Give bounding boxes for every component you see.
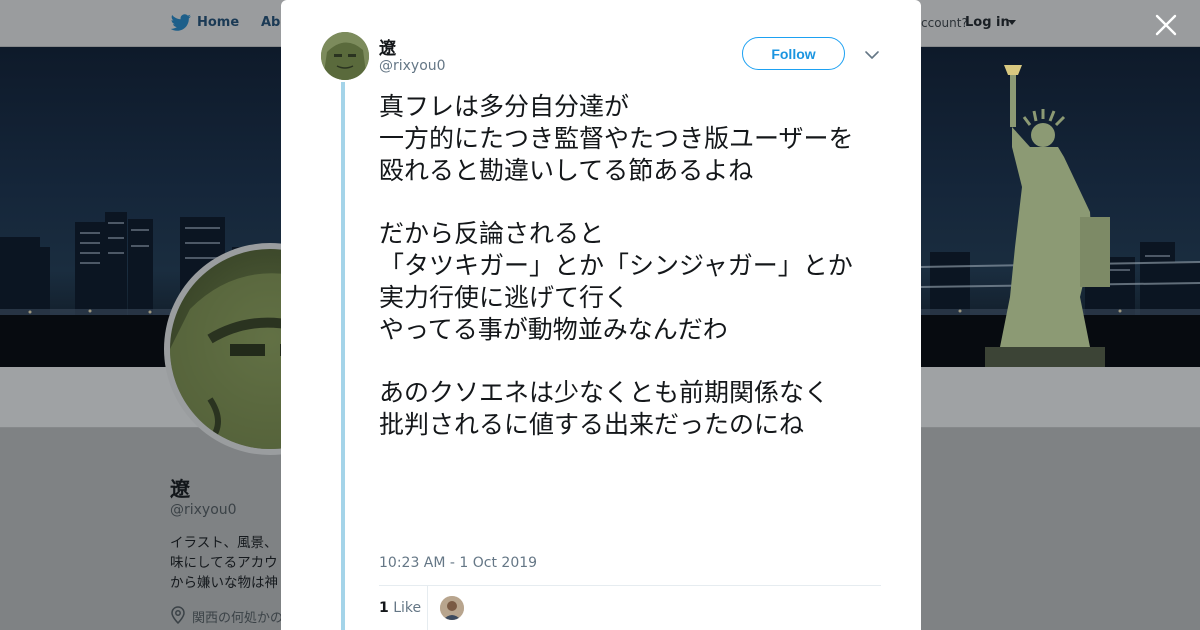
thread-line <box>341 82 345 630</box>
profile-location: 関西の何処かの <box>192 611 284 626</box>
tweet-modal: 遼 @rixyou0 Follow 真フレは多分自分達が 一方的にたつき監督やた… <box>281 0 921 630</box>
tweet-text: 真フレは多分自分達が 一方的にたつき監督やたつき版ユーザーを 殴れると勘違いして… <box>379 92 854 439</box>
tweet-author-name[interactable]: 遼 <box>379 34 396 59</box>
tweet-author-handle[interactable]: @rixyou0 <box>379 58 446 74</box>
profile-handle[interactable]: @rixyou0 <box>170 502 237 518</box>
stats-divider <box>427 586 428 630</box>
nav-home-link[interactable]: Home <box>197 15 239 30</box>
chevron-down-icon[interactable] <box>864 47 880 63</box>
nav-account-prompt: ccount? <box>921 16 968 30</box>
twitter-bird-icon[interactable] <box>170 14 192 32</box>
follow-button[interactable]: Follow <box>742 37 845 70</box>
profile-name: 遼 <box>170 477 190 501</box>
tweet-timestamp[interactable]: 10:23 AM - 1 Oct 2019 <box>379 555 537 571</box>
divider <box>379 585 881 586</box>
like-label: Like <box>393 600 422 616</box>
like-stats[interactable]: 1 Like <box>379 600 421 616</box>
profile-bio: イラスト、風景、味にしてるアカウから嫌いな物は神 <box>170 535 278 591</box>
location-pin-icon <box>171 606 185 624</box>
nav-login-link[interactable]: Log in <box>965 15 1010 30</box>
tweet-author-avatar[interactable] <box>321 32 369 80</box>
close-icon[interactable] <box>1153 12 1179 38</box>
like-count: 1 <box>379 600 389 616</box>
caret-down-icon[interactable] <box>1008 20 1016 25</box>
liker-avatar[interactable] <box>440 596 464 620</box>
